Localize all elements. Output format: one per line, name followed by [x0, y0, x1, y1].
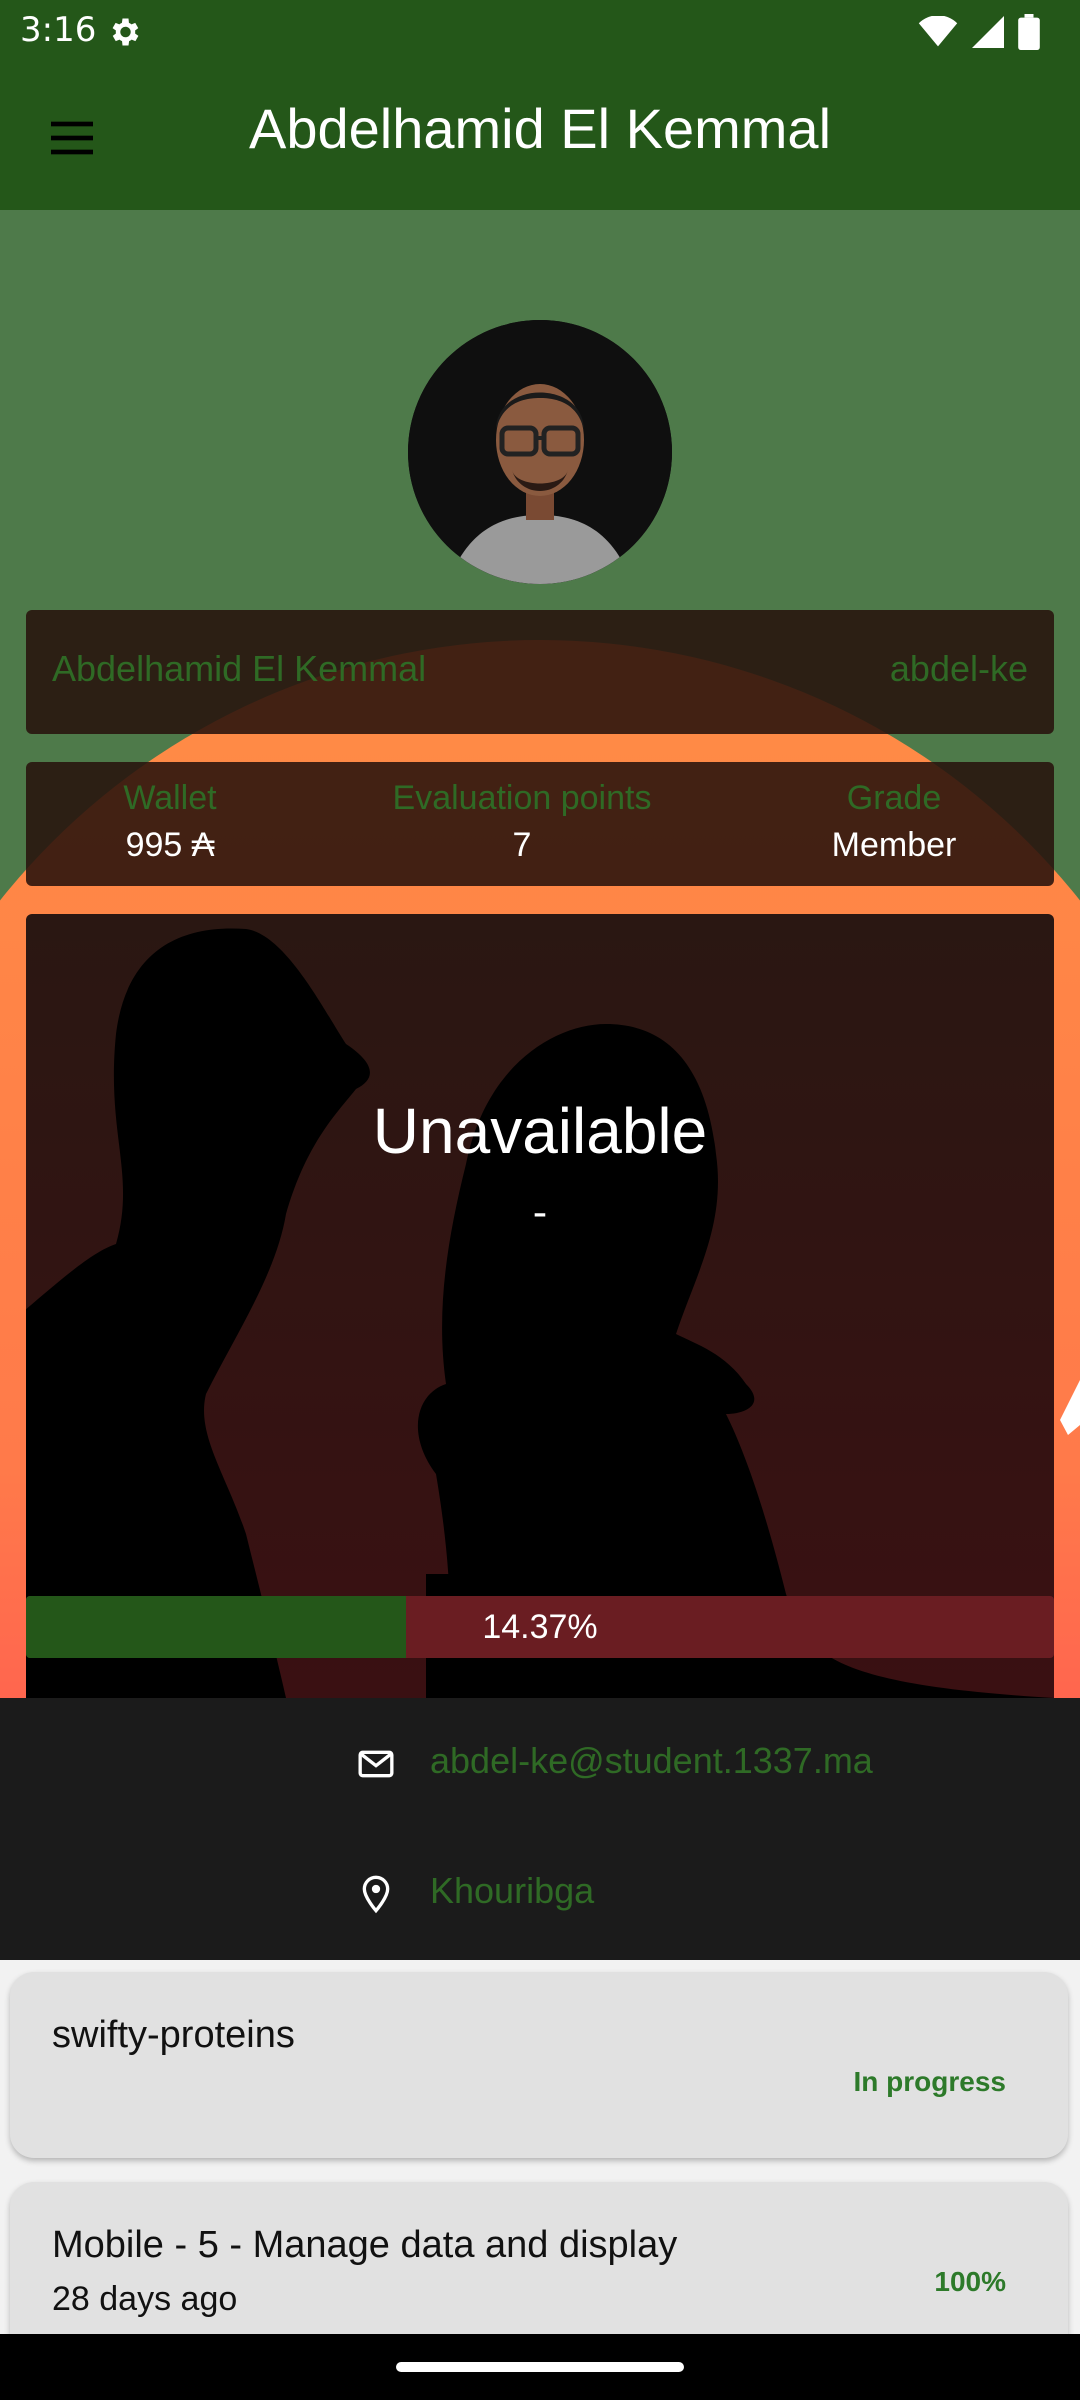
- coalition-card: [26, 914, 1054, 1698]
- project-name: swifty-proteins: [52, 2014, 295, 2056]
- project-status: 100%: [934, 2266, 1006, 2297]
- home-gesture-handle[interactable]: [396, 2362, 684, 2372]
- signal-icon: [972, 16, 1004, 48]
- level-progress-bar: 14.37%: [26, 1596, 1054, 1658]
- avatar[interactable]: [408, 320, 672, 584]
- stat-value: 995 ₳: [125, 826, 215, 864]
- wifi-icon: [918, 16, 958, 47]
- system-icons: [918, 14, 1040, 50]
- projects-list: swifty-proteins In progress Mobile - 5 -…: [0, 1960, 1080, 2334]
- project-status: In progress: [853, 2066, 1006, 2097]
- silhouette-art: [26, 928, 1054, 1698]
- stat-label: Grade: [846, 779, 942, 817]
- stat-value: Member: [831, 826, 957, 864]
- project-item[interactable]: swifty-proteins In progress: [10, 1972, 1068, 2158]
- battery-icon: [1018, 14, 1040, 50]
- project-name: Mobile - 5 - Manage data and display: [52, 2224, 678, 2266]
- project-item[interactable]: Mobile - 5 - Manage data and display 28 …: [10, 2182, 1068, 2334]
- location-text: Khouribga: [430, 1870, 595, 1911]
- email-link[interactable]: abdel-ke@student.1337.ma: [430, 1740, 873, 1782]
- coalition-subtitle: -: [532, 1190, 548, 1236]
- level-percent: 14.37%: [482, 1608, 598, 1646]
- mail-icon: [358, 1750, 394, 1778]
- contact-section: [0, 1698, 1080, 1960]
- project-date: 28 days ago: [52, 2280, 238, 2318]
- page-title: Abdelhamid El Kemmal: [248, 97, 832, 160]
- wallet-stat: Wallet 995 ₳: [0, 774, 340, 868]
- full-name: Abdelhamid El Kemmal: [52, 648, 427, 689]
- grade-stat: Grade Member: [724, 774, 1064, 868]
- evaluation-points-stat: Evaluation points 7: [352, 774, 692, 868]
- stat-value: 7: [512, 826, 532, 864]
- profile-photo: [408, 320, 672, 584]
- gear-icon: [112, 18, 139, 46]
- location-pin-icon: [362, 1875, 390, 1914]
- stat-label: Evaluation points: [392, 779, 652, 817]
- coalition-name: Unavailable: [372, 1095, 708, 1167]
- stat-label: Wallet: [123, 779, 217, 817]
- status-time: 3:16: [20, 10, 97, 50]
- login-name: abdel-ke: [889, 648, 1028, 689]
